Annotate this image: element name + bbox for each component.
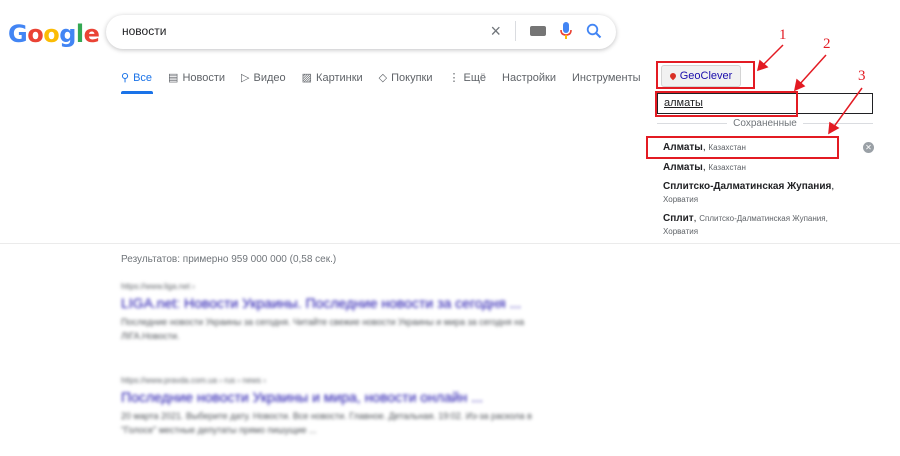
divider xyxy=(802,123,874,124)
suggestion-sub: Казахстан xyxy=(708,163,746,172)
results-divider xyxy=(0,243,900,244)
tab-label: Новости xyxy=(182,71,226,84)
tab-more[interactable]: ⋮ Ещё xyxy=(448,71,487,85)
search-divider xyxy=(515,21,516,41)
annotation-label-3: 3 xyxy=(858,68,866,84)
close-icon[interactable]: × xyxy=(490,21,501,41)
tag-icon: ◇ xyxy=(378,72,388,84)
result-stats: Результатов: примерно 959 000 000 (0,58 … xyxy=(121,254,337,265)
tab-video[interactable]: ▷ Видео xyxy=(241,71,286,85)
suggestion-main: Сплит xyxy=(663,213,694,224)
tab-label: Видео xyxy=(253,71,286,84)
keyboard-icon[interactable] xyxy=(530,26,546,36)
result-snippet: Последние новости Украины за сегодня. Чи… xyxy=(121,317,525,341)
tab-tools[interactable]: Инструменты xyxy=(572,71,641,84)
search-result[interactable]: https://www.liga.net › LIGA.net: Новости… xyxy=(121,282,541,343)
tab-label: Инструменты xyxy=(571,71,641,84)
logo-letter: o xyxy=(27,20,44,48)
tab-settings[interactable]: Настройки xyxy=(502,71,556,84)
tab-label: Ещё xyxy=(463,71,487,84)
tab-label: Все xyxy=(133,71,153,84)
annotation-label-2: 2 xyxy=(823,36,831,52)
saved-label: Сохраненные xyxy=(733,118,797,129)
suggestion-sub: Хорватия xyxy=(663,195,699,204)
close-circle-icon[interactable]: ✕ xyxy=(863,142,874,153)
saved-section-header: Сохраненные xyxy=(657,118,874,129)
search-input[interactable]: новости xyxy=(122,24,166,38)
tab-news[interactable]: ▤ Новости xyxy=(168,71,226,85)
annotation-box-input xyxy=(655,91,798,117)
search-icon[interactable] xyxy=(586,23,602,39)
annotation-box-geoclever xyxy=(656,61,755,89)
result-title[interactable]: LIGA.net: Новости Украины. Последние нов… xyxy=(121,295,541,311)
location-suggestion[interactable]: Сплитско-Далматинская Жупания, Хорватия xyxy=(663,180,853,206)
search-result[interactable]: https://www.pravda.com.ua › rus › news ›… xyxy=(121,376,541,437)
logo-letter: G xyxy=(8,20,28,48)
tab-label: Картинки xyxy=(316,71,363,84)
result-url[interactable]: https://www.liga.net › xyxy=(121,282,541,291)
google-logo[interactable]: Google xyxy=(8,20,100,48)
result-url[interactable]: https://www.pravda.com.ua › rus › news › xyxy=(121,376,541,385)
tab-shopping[interactable]: ◇ Покупки xyxy=(378,71,433,85)
search-tabs: ⚲ Все ▤ Новости ▷ Видео ▨ Картинки ◇ Покупки … xyxy=(121,71,641,85)
logo-letter: o xyxy=(43,20,60,48)
search-box[interactable]: новости × xyxy=(106,15,616,49)
location-suggestion[interactable]: Сплит, Сплитско-Далматинская Жупания, Хо… xyxy=(663,212,853,238)
divider xyxy=(657,123,728,124)
result-title[interactable]: Последние новости Украины и мира, новост… xyxy=(121,389,541,405)
tab-label: Настройки xyxy=(502,71,556,84)
video-icon: ▷ xyxy=(241,72,250,84)
location-suggestion[interactable]: Алматы, Казахстан xyxy=(663,161,853,174)
annotation-box-suggestion xyxy=(646,136,839,159)
news-icon: ▤ xyxy=(168,72,179,84)
tab-images[interactable]: ▨ Картинки xyxy=(301,71,363,85)
active-tab-indicator xyxy=(121,91,153,94)
microphone-icon[interactable] xyxy=(560,22,572,40)
image-icon: ▨ xyxy=(301,72,313,84)
suggestion-main: Алматы xyxy=(663,162,703,173)
logo-letter: e xyxy=(83,20,100,48)
tab-all[interactable]: ⚲ Все xyxy=(121,71,153,85)
suggestion-main: Сплитско-Далматинская Жупания xyxy=(663,181,832,192)
more-icon: ⋮ xyxy=(448,72,460,84)
result-snippet: 20 марта 2021. Выберите дату. Новости. В… xyxy=(121,411,532,435)
tab-label: Покупки xyxy=(391,71,433,84)
search-icon: ⚲ xyxy=(121,72,130,84)
logo-letter: g xyxy=(59,20,76,48)
annotation-label-1: 1 xyxy=(779,27,787,43)
logo-letter: l xyxy=(75,20,84,48)
